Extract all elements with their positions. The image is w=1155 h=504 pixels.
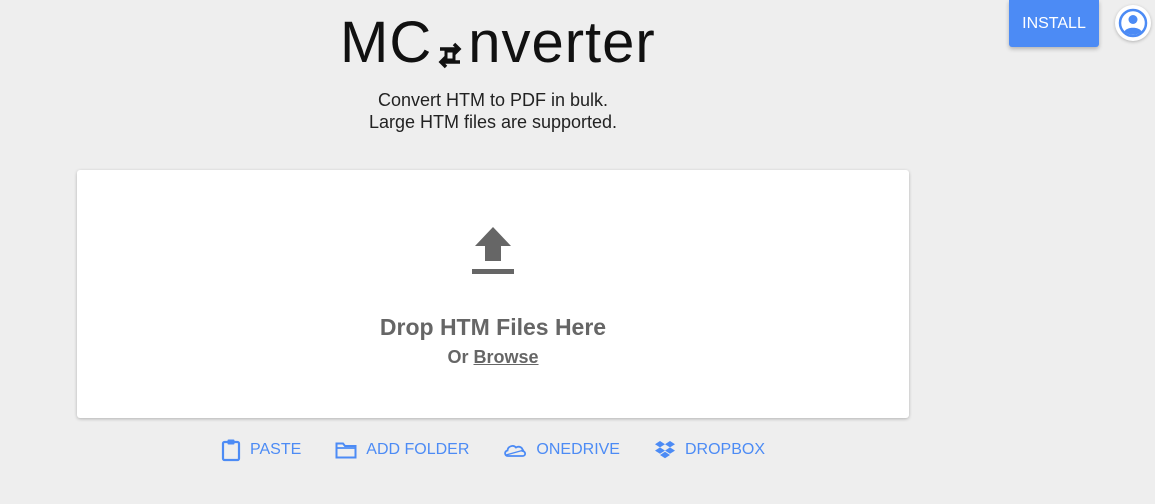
drop-title: Drop HTM Files Here: [379, 314, 607, 340]
tagline: Convert HTM to PDF in bulk. Large HTM fi…: [300, 89, 686, 133]
add-folder-button[interactable]: ADD FOLDER: [335, 436, 469, 464]
drop-subtitle: Or Browse: [77, 347, 909, 368]
install-button[interactable]: INSTALL: [1009, 0, 1099, 47]
file-dropzone[interactable]: Drop HTM Files Here Or Browse: [77, 170, 909, 418]
account-circle-icon: [1118, 8, 1148, 38]
account-button[interactable]: [1115, 5, 1151, 41]
folder-icon: [335, 442, 357, 459]
dropbox-icon: [654, 441, 675, 459]
onedrive-button[interactable]: ONEDRIVE: [503, 436, 620, 464]
logo-suffix: nverter: [468, 10, 656, 75]
tagline-line-2: Large HTM files are supported.: [368, 112, 618, 132]
paste-label: PASTE: [250, 441, 302, 458]
upload-icon: [472, 227, 514, 274]
clipboard-icon: [221, 439, 241, 462]
or-text: Or: [447, 347, 469, 367]
paste-button[interactable]: PASTE: [221, 436, 301, 464]
browse-link[interactable]: Browse: [474, 347, 539, 367]
tagline-line-1: Convert HTM to PDF in bulk.: [377, 90, 609, 110]
dropbox-button[interactable]: DROPBOX: [654, 436, 765, 464]
onedrive-icon: [504, 445, 527, 457]
convert-arrows-icon: [434, 23, 466, 69]
dropbox-label: DROPBOX: [684, 441, 765, 458]
source-options: PASTE ADD FOLDER ONEDRIVE DROPBOX: [0, 436, 986, 464]
onedrive-label: ONEDRIVE: [536, 441, 620, 458]
logo-prefix: MC: [340, 10, 433, 75]
app-logo: MC nverter: [340, 10, 656, 76]
add-folder-label: ADD FOLDER: [366, 441, 470, 458]
